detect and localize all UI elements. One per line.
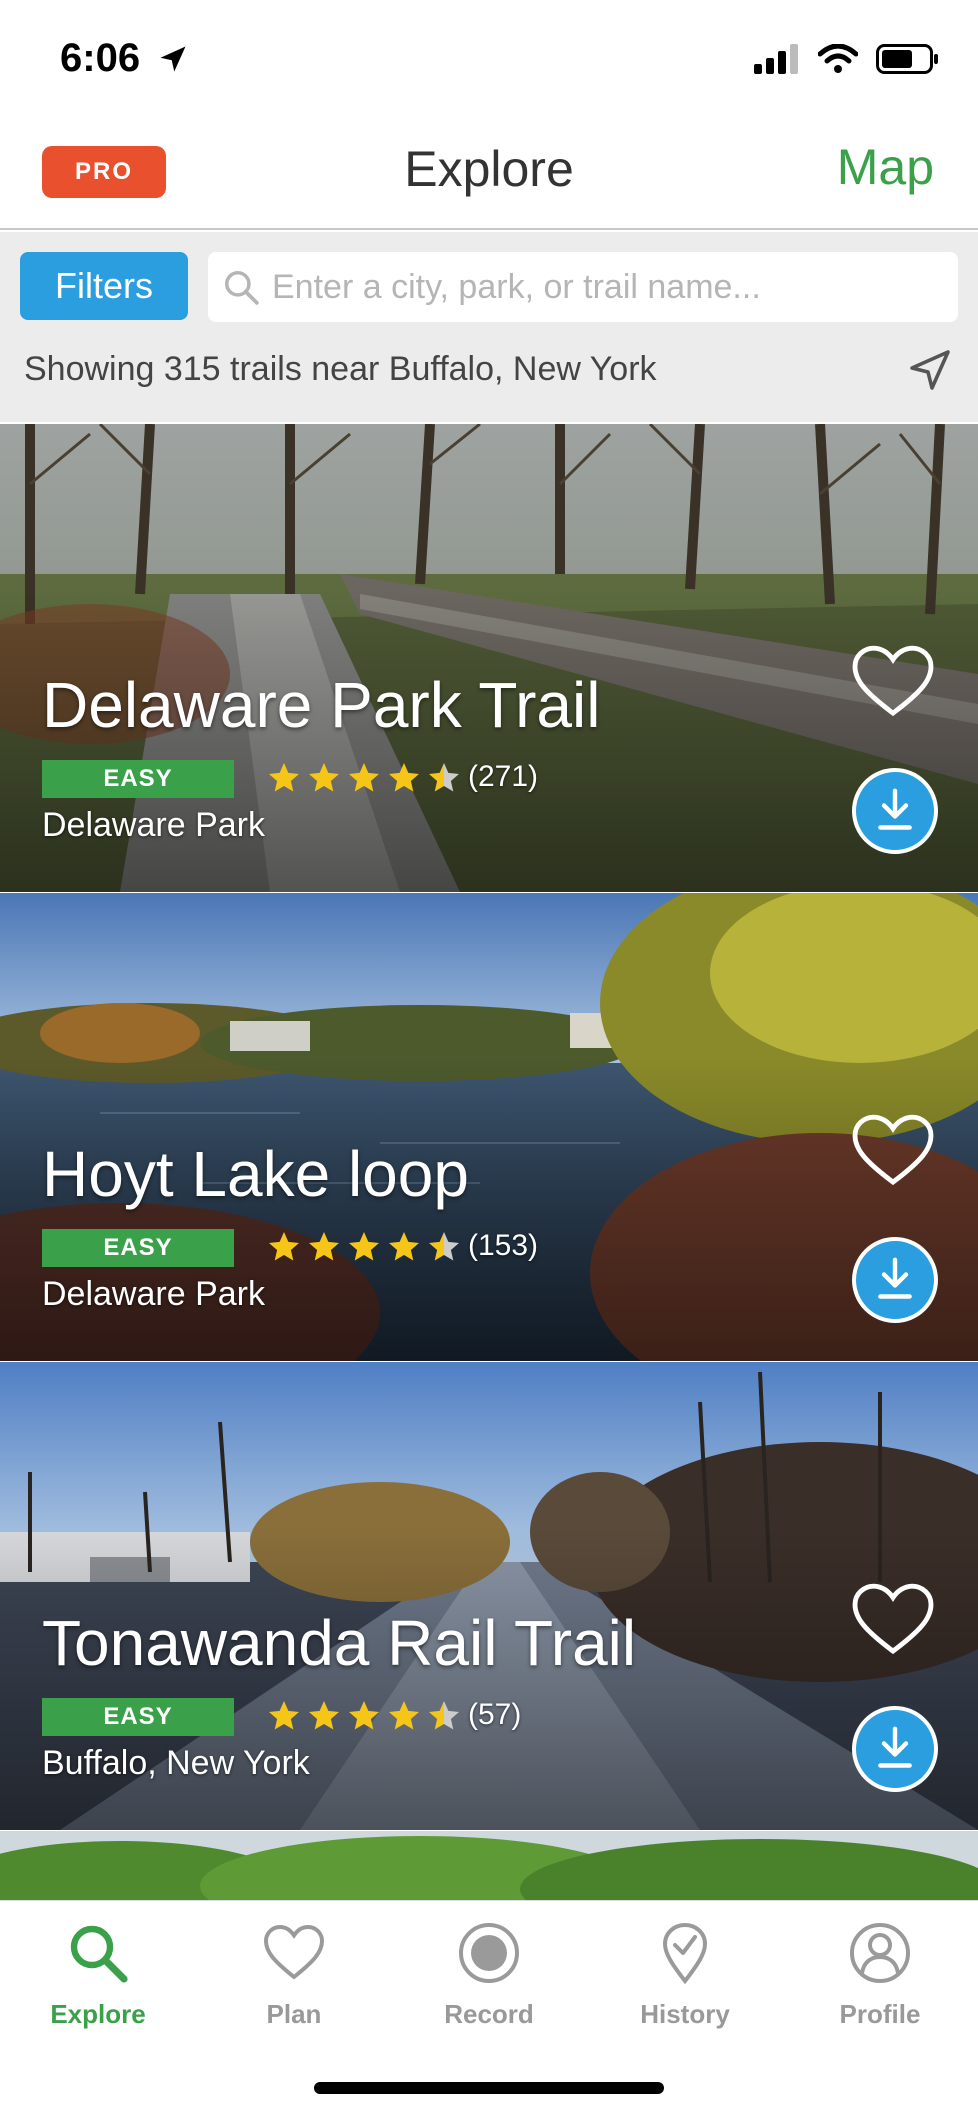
search-input[interactable] — [272, 267, 932, 307]
signal-icon — [754, 44, 798, 74]
status-bar: 6:06 — [0, 0, 978, 120]
half-star-icon — [429, 1232, 459, 1261]
search-icon — [70, 1925, 128, 1983]
record-icon — [459, 1923, 519, 1983]
tab-explore[interactable]: Explore — [0, 1921, 196, 2030]
half-star-icon — [429, 1701, 459, 1730]
review-count: (153) — [468, 1229, 539, 1262]
check-pin-icon — [662, 1922, 708, 1985]
difficulty-badge: EASY — [42, 760, 234, 798]
page-title: Explore — [404, 141, 574, 197]
star-icon — [269, 763, 299, 792]
trail-location: Delaware Park — [42, 1275, 265, 1313]
star-icon — [389, 1232, 419, 1261]
tab-record[interactable]: Record — [391, 1921, 587, 2030]
tab-plan[interactable]: Plan — [196, 1921, 392, 2030]
home-indicator[interactable] — [314, 2082, 664, 2094]
tab-label: Plan — [266, 1999, 322, 2029]
trail-name[interactable]: Tonawanda Rail Trail — [42, 1606, 636, 1680]
locate-me-icon[interactable] — [906, 346, 954, 394]
tab-label: Record — [444, 1999, 534, 2029]
download-button[interactable] — [852, 1706, 938, 1792]
status-indicators — [754, 44, 940, 74]
star-icon — [389, 1701, 419, 1730]
tab-profile[interactable]: Profile — [782, 1921, 978, 2030]
trail-name[interactable]: Hoyt Lake loop — [42, 1137, 469, 1211]
heart-icon[interactable] — [850, 644, 936, 720]
star-icon — [309, 1701, 339, 1730]
profile-icon — [850, 1923, 910, 1983]
search-area: Filters Showing 315 trails near Buffalo,… — [0, 232, 978, 422]
star-icon — [349, 1701, 379, 1730]
trail-location: Buffalo, New York — [42, 1744, 310, 1782]
heart-icon[interactable] — [850, 1113, 936, 1189]
location-arrow-icon — [160, 46, 186, 72]
star-icon — [349, 1232, 379, 1261]
half-star-icon — [429, 763, 459, 792]
heart-icon[interactable] — [850, 1582, 936, 1658]
tab-label: History — [640, 1999, 730, 2029]
download-icon — [878, 788, 912, 830]
filters-button[interactable]: Filters — [20, 252, 188, 320]
trail-card[interactable]: Hoyt Lake loop EASY (153) Delaware Park — [0, 893, 978, 1361]
star-icon — [389, 763, 419, 792]
download-button[interactable] — [852, 768, 938, 854]
trail-name[interactable]: Delaware Park Trail — [42, 668, 600, 742]
tab-label: Explore — [50, 1999, 146, 2029]
status-time: 6:06 — [60, 36, 141, 80]
trail-photo — [0, 1831, 978, 1901]
download-button[interactable] — [852, 1237, 938, 1323]
trail-location: Delaware Park — [42, 806, 265, 844]
tab-label: Profile — [839, 1999, 921, 2029]
map-button[interactable]: Map — [837, 138, 934, 196]
wifi-icon — [818, 44, 858, 73]
download-icon — [878, 1726, 912, 1768]
review-count: (271) — [468, 760, 539, 793]
download-icon — [878, 1257, 912, 1299]
star-rating — [266, 1698, 462, 1734]
difficulty-badge: EASY — [42, 1698, 234, 1736]
star-icon — [269, 1232, 299, 1261]
star-icon — [309, 1232, 339, 1261]
tab-history[interactable]: History — [587, 1921, 783, 2030]
trail-card-partial[interactable] — [0, 1831, 978, 1901]
trail-card[interactable]: Delaware Park Trail EASY (271) Delaware … — [0, 424, 978, 892]
difficulty-badge: EASY — [42, 1229, 234, 1267]
battery-icon — [876, 44, 938, 74]
star-icon — [309, 763, 339, 792]
star-rating — [266, 760, 462, 796]
heart-icon — [263, 1924, 325, 1980]
review-count: (57) — [468, 1698, 522, 1731]
star-icon — [269, 1701, 299, 1730]
search-icon — [225, 271, 259, 305]
trail-card[interactable]: Tonawanda Rail Trail EASY (57) Buffalo, … — [0, 1362, 978, 1830]
nav-bar: PRO Explore Map — [0, 120, 978, 230]
search-field[interactable] — [208, 252, 958, 322]
star-rating — [266, 1229, 462, 1265]
results-summary: Showing 315 trails near Buffalo, New Yor… — [24, 350, 657, 388]
star-icon — [349, 763, 379, 792]
